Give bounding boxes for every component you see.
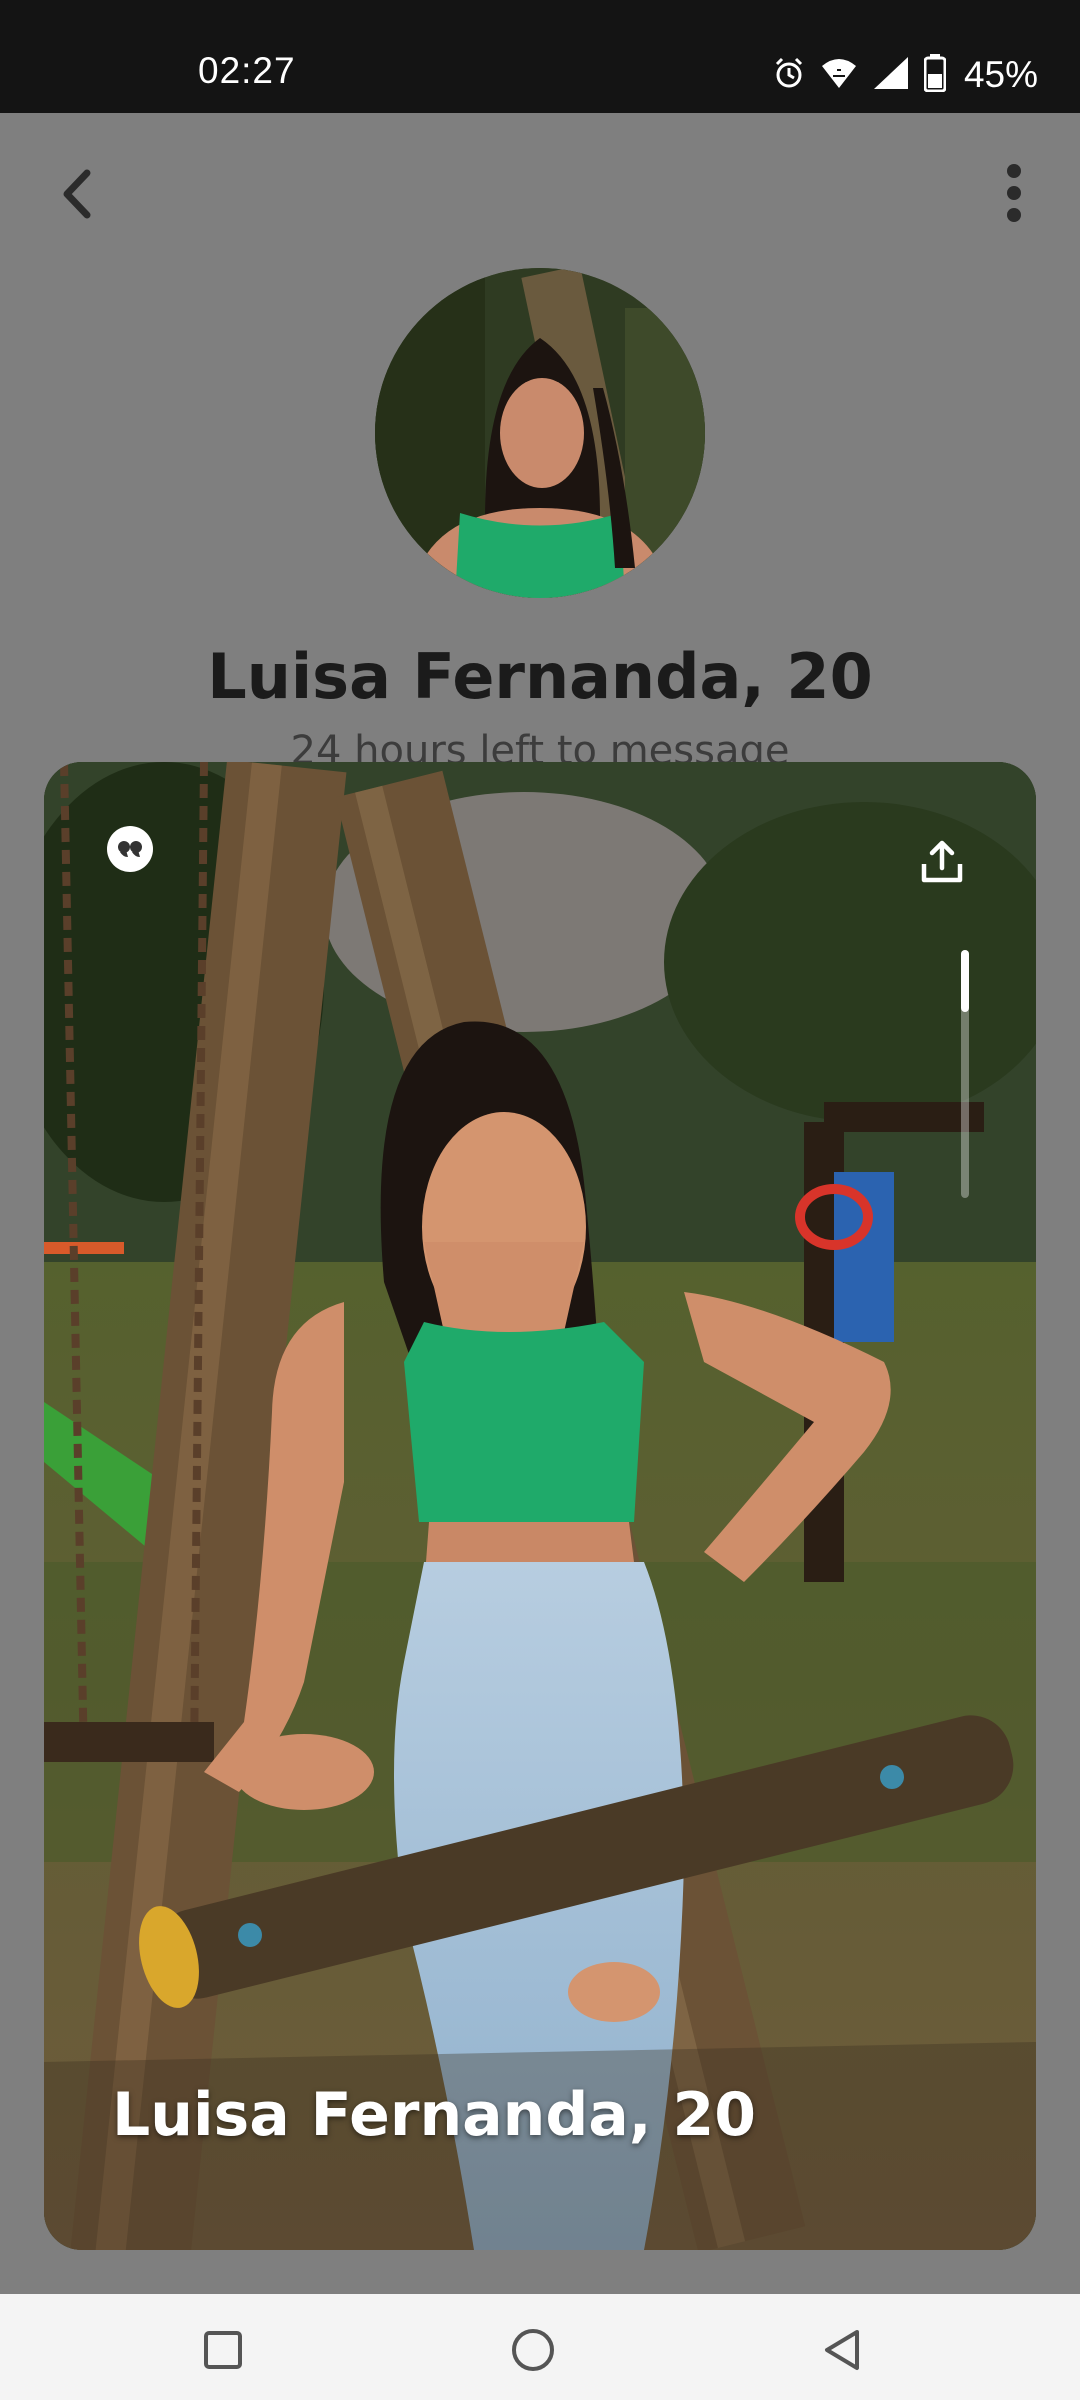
profile-header xyxy=(0,113,1080,273)
profile-avatar[interactable] xyxy=(375,268,705,598)
home-circle-icon xyxy=(512,2329,554,2371)
more-options-button[interactable] xyxy=(974,153,1054,233)
back-button[interactable] xyxy=(44,161,110,227)
wifi-icon xyxy=(820,56,858,94)
card-name: Luisa Fernanda, 20 xyxy=(112,2080,756,2150)
alarm-icon xyxy=(772,56,806,94)
share-icon xyxy=(921,840,963,883)
battery-percent: 45% xyxy=(963,54,1038,95)
profile-photo xyxy=(44,762,1036,2250)
chevron-left-icon xyxy=(63,169,91,219)
quote-icon xyxy=(118,841,142,857)
quote-button[interactable] xyxy=(107,826,153,872)
home-button[interactable] xyxy=(503,2320,563,2380)
signal-icon xyxy=(872,55,910,95)
back-triangle-icon xyxy=(825,2330,859,2370)
profile-name: Luisa Fernanda, 20 xyxy=(207,640,873,713)
more-vertical-icon xyxy=(1007,164,1021,222)
photo-card[interactable]: Luisa Fernanda, 20 xyxy=(44,762,1036,2250)
avatar-photo xyxy=(375,268,705,598)
system-nav-bar xyxy=(0,2294,1080,2400)
status-icons: 45% xyxy=(772,50,1038,100)
recents-square-icon xyxy=(204,2331,242,2369)
photo-scroll-indicator xyxy=(961,950,969,1198)
status-bar: 02:27 45% xyxy=(0,0,1080,113)
share-button[interactable] xyxy=(914,834,970,890)
photo-scroll-thumb xyxy=(961,950,969,1012)
battery-icon xyxy=(923,54,947,96)
recents-button[interactable] xyxy=(193,2320,253,2380)
status-time: 02:27 xyxy=(198,50,296,91)
nav-back-button[interactable] xyxy=(812,2320,872,2380)
